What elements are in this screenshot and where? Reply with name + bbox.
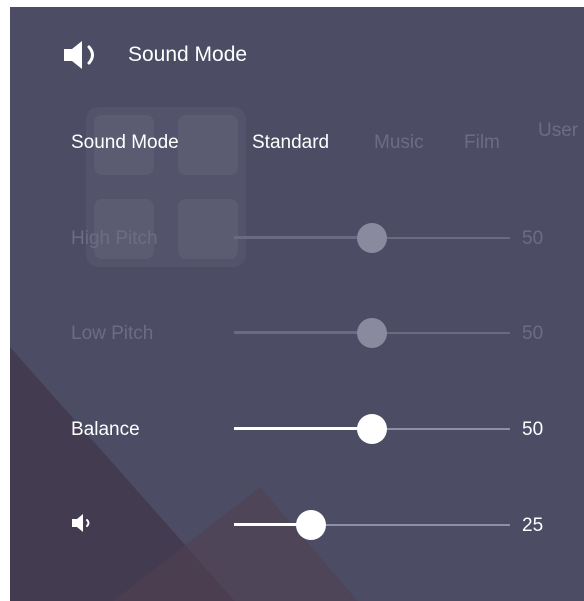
mode-option-music[interactable]: Music (374, 132, 424, 154)
speaker-icon (64, 41, 94, 69)
background-shape (80, 487, 380, 601)
low-pitch-value: 50 (522, 323, 544, 344)
slider-knob[interactable] (357, 414, 387, 444)
slider-fill (234, 236, 372, 239)
page-title: Sound Mode (128, 43, 248, 66)
balance-label: Balance (71, 419, 140, 440)
mode-option-standard[interactable]: Standard (252, 132, 329, 154)
balance-value: 50 (522, 419, 544, 440)
slider-knob[interactable] (357, 318, 387, 348)
slider-fill (234, 331, 372, 334)
sound-mode-label: Sound Mode (71, 132, 179, 153)
balance-slider[interactable] (234, 414, 510, 444)
slider-knob[interactable] (357, 223, 387, 253)
high-pitch-value: 50 (522, 228, 544, 249)
volume-icon (72, 514, 90, 532)
high-pitch-slider[interactable] (234, 223, 510, 253)
high-pitch-label: High Pitch (71, 228, 158, 249)
slider-fill (234, 427, 372, 430)
volume-value: 25 (522, 515, 544, 536)
mode-option-user[interactable]: User (538, 120, 578, 142)
volume-slider[interactable] (234, 510, 510, 540)
low-pitch-label: Low Pitch (71, 323, 154, 344)
mode-option-film[interactable]: Film (464, 132, 500, 154)
slider-knob[interactable] (296, 510, 327, 540)
panel-header: Sound Mode (62, 37, 247, 73)
sound-settings-panel: Sound Mode Sound Mode Standard Music Fil… (10, 7, 584, 601)
low-pitch-slider[interactable] (234, 318, 510, 348)
